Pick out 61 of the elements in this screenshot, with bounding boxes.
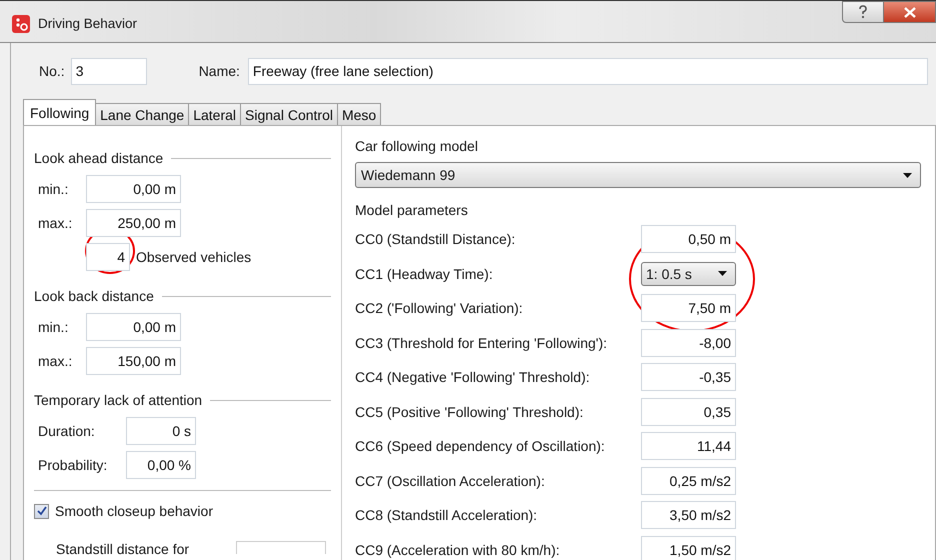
parameter-label: CC1 (Headway Time): — [355, 266, 494, 282]
parameter-field[interactable]: -8,00 — [641, 328, 736, 357]
parameter-label: CC9 (Acceleration with 80 km/h): — [355, 542, 561, 558]
field-label: Standstill distance for — [55, 541, 190, 557]
parameter-field[interactable]: -0,35 — [641, 363, 736, 392]
value-field[interactable]: 0,00 m — [86, 175, 181, 203]
tab[interactable]: Signal Control — [240, 103, 338, 125]
parameter-dropdown[interactable]: 1: 0.5 s — [641, 262, 736, 286]
parameter-field[interactable]: 3,50 m/s2 — [641, 501, 736, 530]
value-field[interactable]: 0,00 % — [126, 451, 196, 479]
parameter-field[interactable]: 11,44 — [641, 432, 736, 460]
parameter-label: CC4 (Negative 'Following' Threshold): — [355, 369, 591, 386]
parameter-label: CC0 (Standstill Distance): — [355, 231, 516, 248]
tab[interactable]: Meso — [336, 103, 382, 125]
name-label: Name: — [198, 63, 240, 79]
parameter-field[interactable]: 0,35 — [641, 398, 736, 426]
value-field[interactable]: 250,00 m — [86, 209, 181, 237]
field-label: max.: — [37, 353, 74, 369]
parameter-label: CC7 (Oscillation Acceleration): — [355, 472, 546, 489]
value-field[interactable]: 0,00 m — [86, 313, 181, 341]
number-field[interactable]: 3 — [70, 58, 147, 84]
field-label: Probability: — [37, 457, 108, 473]
value-field[interactable]: 150,00 m — [86, 347, 181, 375]
group-title: Look ahead distance — [34, 150, 164, 166]
parameter-label: CC6 (Speed dependency of Oscillation): — [355, 438, 606, 454]
parameter-field[interactable]: 1,50 m/s2 — [641, 536, 736, 560]
parameter-field[interactable]: 0,25 m/s2 — [641, 466, 736, 495]
window-title: Driving Behavior — [38, 16, 138, 31]
help-button[interactable] — [842, 1, 884, 23]
caret-icon — [718, 271, 727, 276]
value-field[interactable]: 0 s — [126, 417, 196, 445]
parameter-label: CC3 (Threshold for Entering 'Following'): — [355, 334, 608, 351]
checkbox-label: Smooth closeup behavior — [55, 503, 213, 519]
close-icon — [904, 6, 916, 18]
model-dropdown[interactable]: Wiedemann 99 — [355, 162, 921, 188]
parameter-label: CC2 ('Following' Variation): — [355, 300, 524, 316]
field-label: max.: — [37, 215, 74, 231]
parameter-field[interactable]: 7,50 m — [641, 294, 736, 322]
field-label: min.: — [37, 181, 70, 197]
parameter-label: CC8 (Standstill Acceleration): — [355, 507, 538, 524]
section-title: Model parameters — [355, 201, 469, 220]
group-title: Temporary lack of attention — [34, 392, 202, 408]
observed-vehicles-label: Observed vehicles — [136, 249, 252, 265]
tab[interactable]: Lane Change — [95, 103, 190, 125]
section-title: Car following model — [355, 137, 479, 156]
value-field[interactable] — [236, 541, 326, 554]
field-label: Duration: — [37, 423, 96, 439]
help-icon — [858, 5, 868, 19]
tab[interactable]: Lateral — [188, 103, 242, 125]
number-label: No.: — [39, 63, 65, 79]
parameter-label: CC5 (Positive 'Following' Threshold): — [355, 404, 584, 420]
name-field[interactable]: Freeway (free lane selection) — [248, 58, 928, 84]
parameter-field[interactable]: 0,50 m — [641, 225, 736, 254]
group-title: Look back distance — [34, 288, 154, 304]
app-icon — [12, 14, 30, 32]
tab[interactable]: Following — [23, 99, 96, 125]
close-button[interactable] — [884, 1, 936, 23]
field-label: min.: — [37, 319, 70, 335]
caret-icon — [903, 172, 912, 178]
checkbox[interactable] — [34, 504, 49, 518]
observed-vehicles-field[interactable]: 4 — [86, 243, 130, 271]
